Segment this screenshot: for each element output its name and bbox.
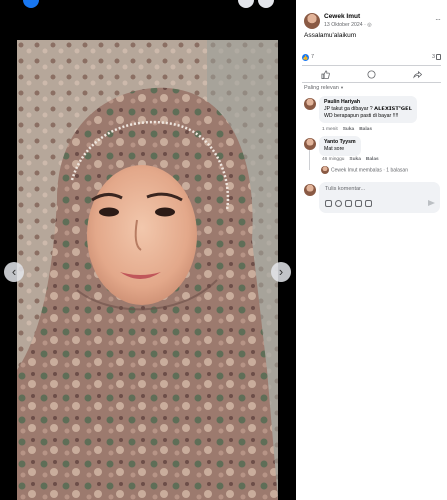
thumbs-up-icon [321,70,330,79]
user-avatar [304,184,316,196]
like-comment-link[interactable]: Suka [343,127,354,132]
previous-photo-button[interactable]: ‹ [4,262,24,282]
commenter-name[interactable]: Paulin Hariyah [324,99,412,106]
post-photo [17,40,278,500]
author-avatar[interactable] [304,13,320,29]
comment-icon [367,70,376,79]
view-replies-link[interactable]: Cewek Imut membalas · 1 balasan [321,166,408,174]
like-reaction-icon: 👍 [302,54,309,61]
comment-bubble: Paulin Hariyah JP takut ga dibayar ? 𝗔𝗟𝗘… [319,96,418,123]
comment-input-placeholder: Tulis komentar... [325,186,366,192]
comment-text: JP takut ga dibayar ? 𝗔𝗟𝗘𝗫𝗜𝗦𝗧*𝗚𝗘𝗟 [324,106,413,112]
composer-tools [325,200,372,207]
menu-icon[interactable] [238,0,254,8]
comment-button[interactable] [356,69,386,81]
commenter-name[interactable]: Yanto Tyysm [324,139,356,146]
comment-bubble: Yanto Tyysm Mat sore [319,136,361,156]
reply-comment-link[interactable]: Balas [359,127,372,132]
chevron-down-icon: ▾ [340,85,344,90]
like-button[interactable] [310,69,340,81]
comment-count-icon [436,54,441,60]
sticker-icon[interactable] [365,200,372,207]
post-panel: Cewek Imut 13 Oktober 2024 · ◎ ··· Assal… [296,0,447,500]
comment-time[interactable]: 46 minggu [322,157,344,162]
post-actions [302,68,441,81]
reply-thread-line [309,150,310,170]
comment-count[interactable]: 3 [432,54,435,60]
reply-comment-link[interactable]: Balas [366,157,379,162]
post-header: Cewek Imut 13 Oktober 2024 · ◎ ··· [304,13,444,33]
divider [302,65,441,66]
commenter-avatar[interactable] [304,138,316,150]
avatar-sticker-icon[interactable] [325,200,332,207]
post-caption: Assalamu'alaikum [304,32,357,39]
gif-icon[interactable] [355,200,362,207]
like-comment-link[interactable]: Suka [349,157,360,162]
share-icon [413,70,423,79]
commenter-avatar[interactable] [304,98,316,110]
comment-time[interactable]: 1 menit [322,127,338,132]
emoji-icon[interactable] [335,200,342,207]
notification-icon[interactable] [258,0,274,8]
comment-meta: 46 minggu Suka Balas [322,157,384,162]
share-button[interactable] [403,69,433,81]
reaction-count[interactable]: 7 [311,54,314,60]
post-meta: 13 Oktober 2024 · ◎ [324,22,372,28]
author-name[interactable]: Cewek Imut [324,13,360,20]
post-stats: 👍 7 3 [302,53,441,63]
photo-viewer: ‹ › [0,0,296,500]
replier-avatar [321,166,329,174]
comment-item: Yanto Tyysm Mat sore 46 minggu Suka Balas [304,136,444,164]
more-options-icon[interactable]: ··· [435,15,441,24]
divider [302,82,441,83]
comment-text: Mat sore [324,146,345,152]
globe-icon: ◎ [367,22,372,28]
post-date[interactable]: 13 Oktober 2024 [324,22,363,28]
next-photo-button[interactable]: › [271,262,291,282]
comment-sort-dropdown[interactable]: Paling relevan ▾ [304,85,343,91]
comment-input[interactable]: Tulis komentar... [319,182,440,213]
send-icon[interactable] [428,200,435,206]
comment-meta: 1 menit Suka Balas [322,127,377,132]
comment-composer: Tulis komentar... [304,182,444,214]
facebook-logo-icon[interactable] [23,0,39,8]
comment-text: WD berapapun pasti di bayar !!!! [324,113,399,119]
comment-item: Paulin Hariyah JP takut ga dibayar ? 𝗔𝗟𝗘… [304,96,444,136]
camera-icon[interactable] [345,200,352,207]
